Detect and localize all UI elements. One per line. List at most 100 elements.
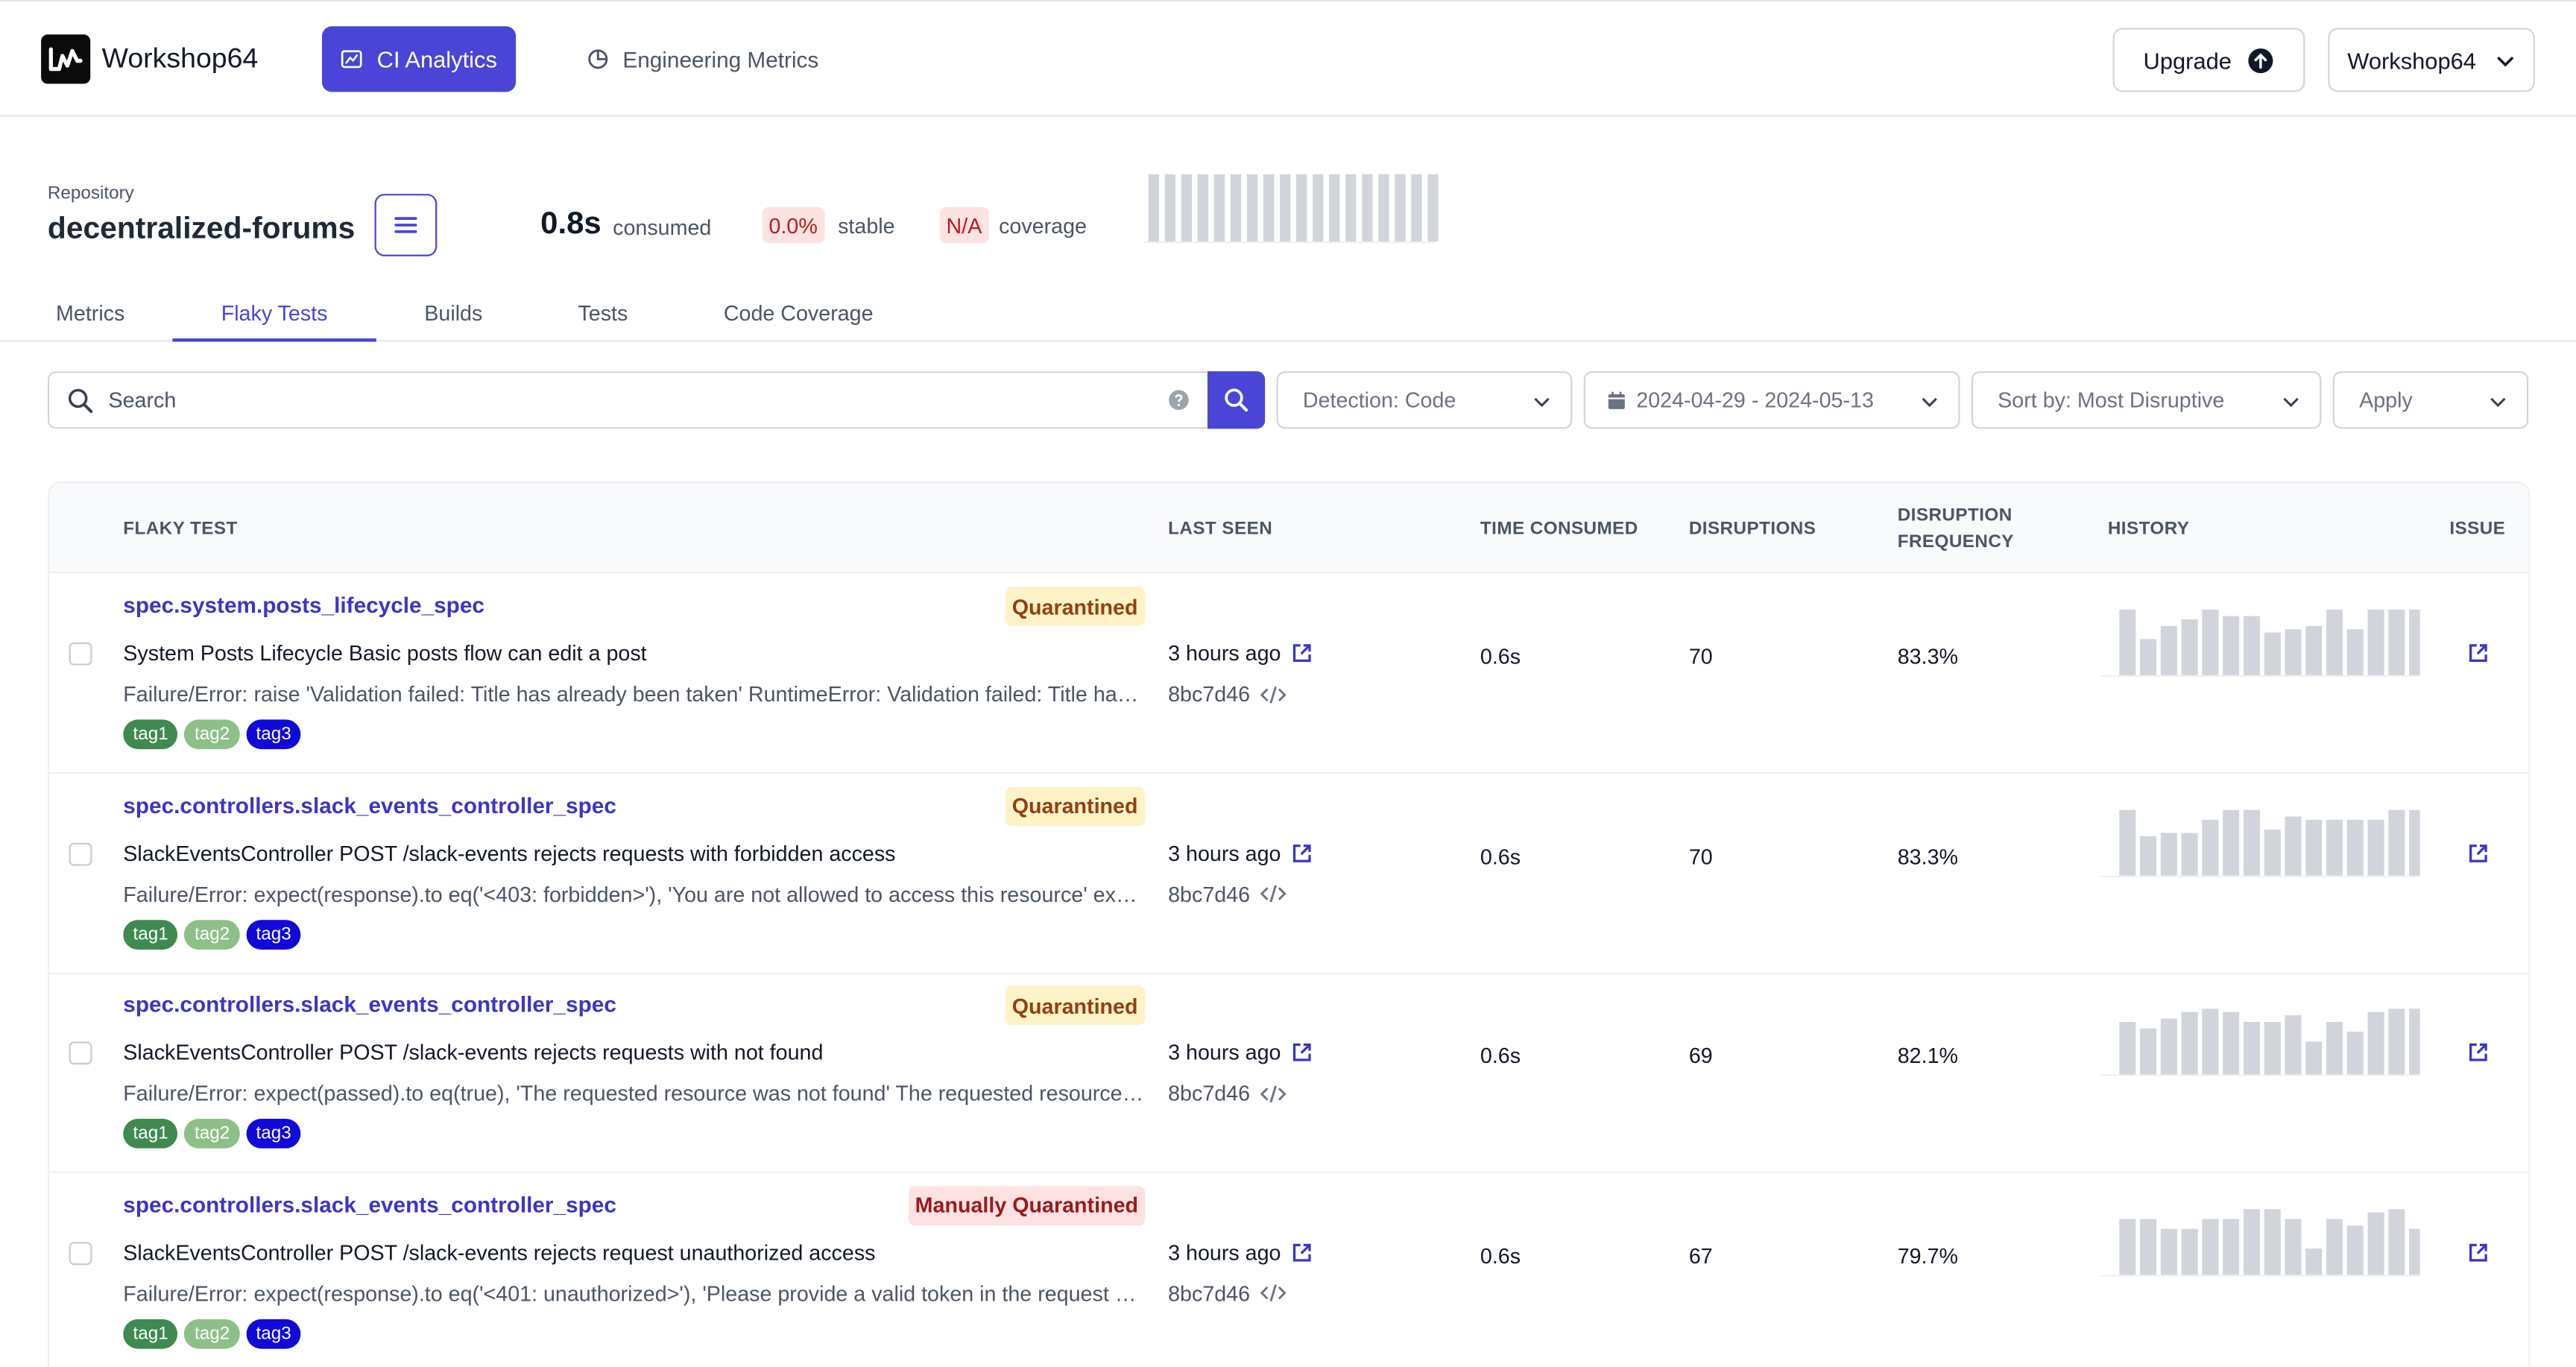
history-bar [2388,1208,2405,1275]
sort-select[interactable]: Sort by: Most Disruptive [1971,371,2322,429]
external-link-icon[interactable] [1291,1041,1313,1063]
code-icon[interactable] [1260,884,1287,903]
tab-builds[interactable]: Builds [419,296,488,342]
sparkline-bar [1279,174,1291,242]
repository-history-sparkline [1143,174,1439,244]
workshop64-logo-icon[interactable] [41,34,91,84]
external-link-icon[interactable] [1291,643,1313,664]
commit-sha-cell: 8bc7d46 [1168,1281,1287,1305]
header-flaky-test[interactable]: FLAKY TEST [123,516,237,542]
history-bar [2305,1041,2323,1075]
commit-sha[interactable]: 8bc7d46 [1168,1081,1250,1105]
row-select-checkbox[interactable] [69,1041,92,1065]
history-bar [2243,616,2260,675]
header-disruption-frequency[interactable]: DISRUPTION FREQUENCY [1898,502,2014,555]
history-bar [2223,1011,2240,1075]
test-description: SlackEventsController POST /slack-events… [123,840,896,865]
tag-badge[interactable]: tag1 [123,719,178,750]
header-time-consumed[interactable]: TIME CONSUMED [1480,516,1638,542]
history-bar [2223,616,2240,675]
commit-sha[interactable]: 8bc7d46 [1168,1281,1250,1305]
tag-badge[interactable]: tag3 [246,1118,301,1149]
row-select-checkbox[interactable] [69,1241,92,1265]
tab-code-coverage[interactable]: Code Coverage [722,296,876,342]
create-issue-icon[interactable] [2468,1041,2490,1063]
test-failure-message: Failure/Error: raise 'Validation failed:… [123,681,1146,707]
tab-metrics[interactable]: Metrics [48,296,133,342]
tag-badge[interactable]: tag1 [123,1318,178,1348]
create-issue-icon[interactable] [2468,1241,2490,1263]
test-file-link[interactable]: spec.controllers.slack_events_controller… [123,992,616,1017]
tag-badge[interactable]: tag1 [123,1118,178,1149]
history-bar [2119,1021,2136,1075]
last-seen-cell: 3 hours ago [1168,1240,1312,1264]
header-last-seen[interactable]: LAST SEEN [1168,516,1272,542]
upgrade-button[interactable]: Upgrade [2112,28,2305,92]
last-seen-value: 3 hours ago [1168,840,1281,865]
table-header: FLAKY TEST LAST SEEN TIME CONSUMED DISRU… [49,483,2529,574]
code-icon[interactable] [1260,684,1287,704]
commit-sha[interactable]: 8bc7d46 [1168,881,1250,906]
top-navigation: Workshop64 CI Analytics Engineering Metr… [0,0,2576,117]
tab-flaky-tests[interactable]: Flaky Tests [172,296,376,342]
sparkline-bar [1395,174,1406,242]
quarantine-status-badge: Quarantined [1005,985,1145,1026]
row-select-checkbox[interactable] [69,842,92,865]
tag-list: tag1 tag2 tag3 [123,1318,301,1348]
search-input[interactable] [108,373,1094,428]
history-bar [2326,1218,2343,1275]
repository-menu-button[interactable] [374,194,438,256]
detection-select[interactable]: Detection: Code [1276,371,1573,429]
create-issue-icon[interactable] [2468,643,2490,664]
apply-select[interactable]: Apply [2332,371,2529,429]
quarantine-status-badge: Manually Quarantined [908,1185,1145,1225]
code-icon[interactable] [1260,1283,1287,1302]
tag-badge[interactable]: tag3 [246,1318,301,1348]
sparkline-bar [1164,174,1176,242]
quarantine-status-badge: Quarantined [1005,586,1145,626]
history-bar [2140,1218,2157,1275]
external-link-icon[interactable] [1291,1241,1313,1263]
organization-selector[interactable]: Workshop64 [2328,28,2535,92]
tag-badge[interactable]: tag3 [246,719,301,750]
tag-badge[interactable]: tag2 [184,919,240,949]
tag-badge[interactable]: tag2 [184,1118,240,1149]
history-bar [2388,1008,2405,1075]
history-bar [2160,625,2177,675]
history-bar [2367,609,2384,675]
header-disruption-frequency-line1: DISRUPTION [1897,505,2012,526]
date-range-select[interactable]: 2024-04-29 - 2024-05-13 [1583,371,1960,429]
search-button[interactable] [1208,371,1266,429]
test-file-link[interactable]: spec.system.posts_lifecycle_spec [123,593,484,618]
history-bar [2223,1218,2240,1275]
commit-sha-cell: 8bc7d46 [1168,1081,1287,1105]
test-file-link[interactable]: spec.controllers.slack_events_controller… [123,1192,616,1216]
tag-badge[interactable]: tag2 [184,1318,240,1348]
code-icon[interactable] [1260,1084,1287,1103]
history-bar [2326,609,2343,675]
quarantine-status-badge: Quarantined [1005,786,1145,826]
external-link-icon[interactable] [1291,842,1313,864]
hamburger-menu-icon [394,217,417,233]
nav-tab-label: Engineering Metrics [622,46,819,72]
commit-sha[interactable]: 8bc7d46 [1168,682,1250,707]
last-seen-cell: 3 hours ago [1168,1040,1312,1064]
history-bar [2243,1021,2260,1075]
last-seen-cell: 3 hours ago [1168,641,1312,666]
chevron-down-icon [1922,397,1937,408]
nav-tab-ci-analytics[interactable]: CI Analytics [322,26,517,92]
create-issue-icon[interactable] [2468,842,2490,864]
tab-tests[interactable]: Tests [573,296,632,342]
tag-badge[interactable]: tag1 [123,919,178,949]
history-bar [2367,818,2384,875]
brand-name[interactable]: Workshop64 [102,42,259,75]
nav-tab-engineering-metrics[interactable]: Engineering Metrics [587,26,818,92]
history-bar [2346,1225,2364,1275]
tag-badge[interactable]: tag2 [184,719,240,750]
header-disruptions[interactable]: DISRUPTIONS [1689,516,1816,542]
tag-badge[interactable]: tag3 [246,919,301,949]
test-file-link[interactable]: spec.controllers.slack_events_controller… [123,792,616,817]
help-icon[interactable] [1168,389,1190,411]
row-select-checkbox[interactable] [69,642,92,666]
history-bar [2285,815,2302,875]
